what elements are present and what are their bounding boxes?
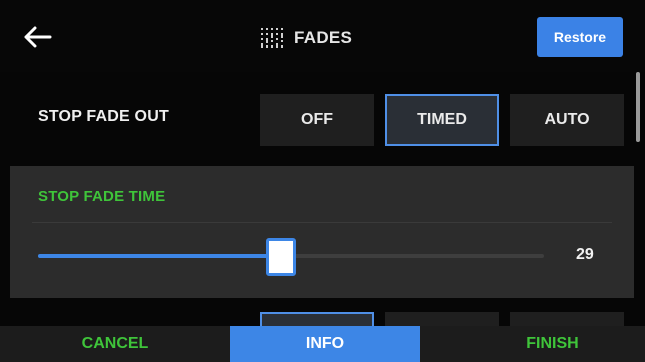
scrollbar[interactable] xyxy=(636,72,640,142)
arrow-left-icon xyxy=(24,26,52,48)
stop-fade-out-row: STOP FADE OUT OFF TIMED AUTO xyxy=(10,78,634,158)
stop-fade-time-label: STOP FADE TIME xyxy=(38,188,166,205)
stop-fade-out-auto-button[interactable]: AUTO xyxy=(510,94,624,146)
finish-button[interactable]: FINISH xyxy=(420,326,645,362)
header-bar: FADES Restore xyxy=(0,0,645,72)
faders-icon xyxy=(261,28,283,48)
partial-option-button[interactable] xyxy=(385,312,499,326)
fades-screen: FADES Restore STOP FADE OUT OFF TIMED AU… xyxy=(0,0,645,362)
next-row-partial xyxy=(0,302,645,326)
slider-fill xyxy=(38,254,281,258)
divider xyxy=(32,222,612,223)
bottom-action-bar: CANCEL INFO FINISH xyxy=(0,326,645,362)
info-button[interactable]: INFO xyxy=(230,326,420,362)
page-title: FADES xyxy=(294,28,353,47)
stop-fade-out-label: STOP FADE OUT xyxy=(38,108,169,125)
stop-fade-time-value: 29 xyxy=(576,246,594,263)
partial-option-button[interactable] xyxy=(510,312,624,326)
stop-fade-out-timed-button[interactable]: TIMED xyxy=(385,94,499,146)
stop-fade-time-slider[interactable] xyxy=(38,238,544,276)
page-title-group: FADES xyxy=(258,24,352,52)
stop-fade-out-off-button[interactable]: OFF xyxy=(260,94,374,146)
stop-fade-time-panel: STOP FADE TIME 29 xyxy=(10,166,634,298)
cancel-button[interactable]: CANCEL xyxy=(0,326,230,362)
partial-option-button[interactable] xyxy=(260,312,374,326)
restore-button[interactable]: Restore xyxy=(537,17,623,57)
slider-thumb[interactable] xyxy=(265,238,296,276)
back-button[interactable] xyxy=(18,20,58,54)
